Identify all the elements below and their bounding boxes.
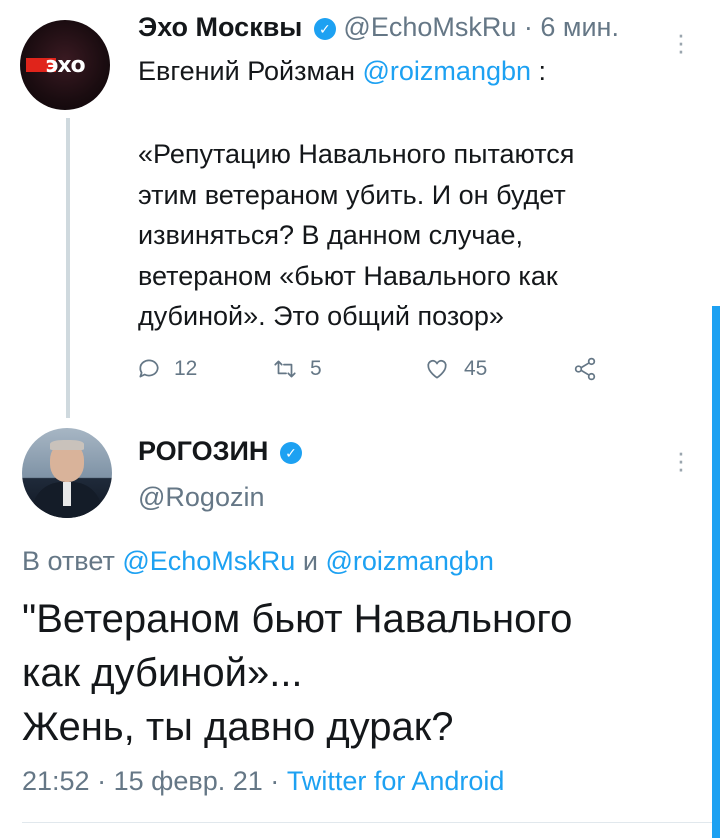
tweet1-text-line: дубиной». Это общий позор» <box>138 301 504 331</box>
tweet1-header: Эхо Москвы ✓ @EchoMskRu · 6 мин. <box>138 12 619 43</box>
tweet2-time: 21:52 <box>22 766 90 796</box>
avatar-rogozin[interactable] <box>22 428 112 518</box>
tweet1-handle[interactable]: @EchoMskRu <box>343 12 516 42</box>
reply-and: и <box>302 546 318 576</box>
scrollbar[interactable] <box>712 306 720 838</box>
avatar-echo-moskvy[interactable]: эхо <box>20 20 110 110</box>
reply-user-echo[interactable]: @EchoMskRu <box>122 546 295 576</box>
echo-logo: эхо <box>45 52 85 78</box>
verified-icon: ✓ <box>279 442 302 464</box>
quoted-suffix: : <box>538 56 547 86</box>
tweet1-text-line: «Репутацию Навального пытаются <box>138 139 575 169</box>
tweet2-meta: 21:52 · 15 февр. 21 · Twitter for Androi… <box>22 766 504 797</box>
reply-count: 12 <box>174 357 198 380</box>
tweet2-text-line: как дубиной»... <box>22 651 303 695</box>
quoted-author-name: Евгений Ройзман <box>138 56 355 86</box>
reply-icon <box>139 359 159 378</box>
reply-button[interactable]: 12 <box>136 352 197 386</box>
tweet2-author-name[interactable]: РОГОЗИН <box>138 436 268 466</box>
tweet1-author-name[interactable]: Эхо Москвы <box>138 12 302 42</box>
tweet2-date: 15 февр. 21 <box>113 766 263 796</box>
tweet1-text-line: извиняться? В данном случае, <box>138 220 524 250</box>
tweet2-text-line: Жень, ты давно дурак? <box>22 705 454 749</box>
more-icon[interactable]: · · · <box>676 21 686 63</box>
tweet2-handle[interactable]: @Rogozin <box>138 482 264 513</box>
avatar-hair <box>50 440 84 450</box>
tweet1-text: «Репутацию Навального пытаются этим вете… <box>138 134 658 337</box>
reply-prefix: В ответ <box>22 546 115 576</box>
meta-separator: · <box>270 766 280 796</box>
thread-line <box>66 118 70 418</box>
tweet1-text-line: этим ветераном убить. И он будет <box>138 179 566 210</box>
more-icon[interactable]: · · · <box>676 439 686 481</box>
share-button[interactable] <box>572 352 598 386</box>
tweet2-text-line: "Ветераном бьют Навального <box>22 597 573 641</box>
tweet2-text: "Ветераном бьют Навального как дубиной».… <box>22 592 698 754</box>
retweet-button[interactable]: 5 <box>272 352 322 386</box>
like-icon <box>427 359 447 379</box>
share-icon <box>574 357 596 381</box>
avatar-shirt <box>63 482 71 506</box>
tweet1-text-line: ветераном «бьют Навального как <box>138 260 558 291</box>
retweet-count: 5 <box>310 357 322 380</box>
retweet-icon <box>274 360 296 378</box>
divider <box>22 822 720 823</box>
tweet2-client[interactable]: Twitter for Android <box>287 766 505 796</box>
tweet1-quote-author: Евгений Ройзман @roizmangbn : <box>138 56 546 87</box>
tweet2-author: РОГОЗИН ✓ <box>138 436 302 467</box>
like-button[interactable]: 45 <box>424 352 487 386</box>
like-count: 45 <box>464 357 488 380</box>
verified-icon: ✓ <box>313 18 336 40</box>
tweet1-time: · 6 мин. <box>523 12 619 42</box>
reply-user-roizman[interactable]: @roizmangbn <box>325 546 494 576</box>
reply-to-line: В ответ @EchoMskRu и @roizmangbn <box>22 546 494 577</box>
quoted-author-handle[interactable]: @roizmangbn <box>363 56 532 86</box>
meta-separator: · <box>97 766 107 796</box>
